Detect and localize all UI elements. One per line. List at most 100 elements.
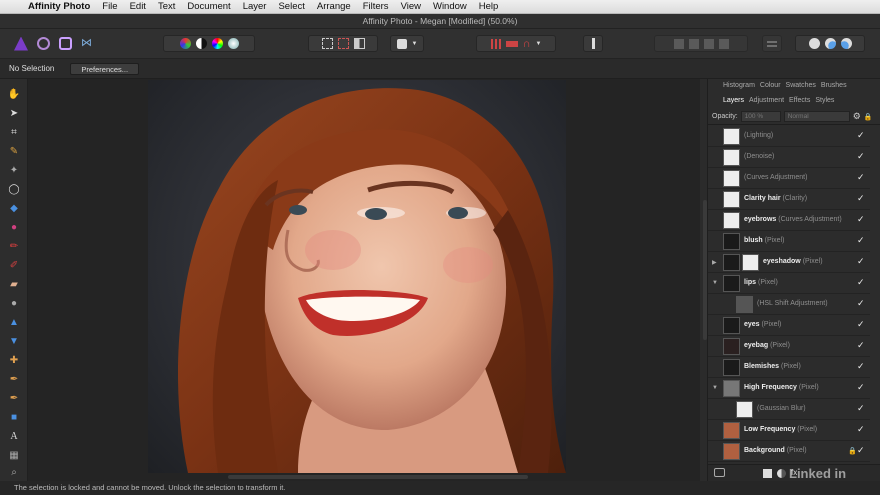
portrait-photo[interactable] — [148, 80, 566, 473]
visibility-checkbox[interactable]: ✓ — [857, 256, 865, 267]
layer-row[interactable]: ▼ lips (Pixel) ✓ — [708, 273, 870, 294]
hsl-icon[interactable] — [211, 38, 223, 49]
tab-layers[interactable]: Layers — [723, 97, 744, 104]
grid-icon[interactable] — [490, 38, 501, 49]
tab-brushes[interactable]: Brushes — [821, 82, 847, 89]
red-eye-icon[interactable]: ✒ — [7, 372, 21, 386]
visibility-checkbox[interactable]: ✓ — [857, 403, 865, 414]
menu-document[interactable]: Document — [187, 1, 230, 12]
tab-swatches[interactable]: Swatches — [786, 82, 816, 89]
tab-adjustment[interactable]: Adjustment — [749, 97, 784, 104]
move-front-icon[interactable] — [718, 38, 729, 49]
collapse-arrow-icon[interactable]: ▼ — [712, 280, 718, 286]
hand-tool-icon[interactable]: ✋ — [7, 87, 21, 101]
menu-edit[interactable]: Edit — [130, 1, 146, 12]
expand-arrow-icon[interactable]: ▶ — [712, 259, 717, 266]
layer-row[interactable]: eyebrows (Curves Adjustment) ✓ — [708, 210, 870, 231]
adjustment-icon[interactable] — [777, 469, 786, 478]
mask-icon[interactable] — [763, 469, 772, 478]
app-menu[interactable]: Affinity Photo — [28, 1, 90, 12]
preferences-button[interactable]: Preferences... — [70, 62, 140, 75]
develop-persona-icon[interactable] — [59, 37, 72, 50]
mesh-warp-icon[interactable]: ▦ — [7, 448, 21, 462]
menu-view[interactable]: View — [401, 1, 421, 12]
layer-row[interactable]: blush (Pixel) ✓ — [708, 231, 870, 252]
invert-selection-icon[interactable] — [353, 38, 365, 49]
menu-window[interactable]: Window — [433, 1, 467, 12]
mask-mode-dropdown[interactable]: ▼ — [390, 35, 424, 52]
visibility-checkbox[interactable]: ✓ — [857, 214, 865, 225]
blend-mode-select[interactable]: Normal — [783, 111, 850, 122]
menu-select[interactable]: Select — [278, 1, 304, 12]
lock-icon[interactable]: 🔒 — [848, 447, 857, 455]
zoom-tool-icon[interactable]: ⌕ — [7, 465, 21, 479]
layer-row[interactable]: (Curves Adjustment) ✓ — [708, 168, 870, 189]
menu-arrange[interactable]: Arrange — [317, 1, 351, 12]
menu-help[interactable]: Help — [479, 1, 499, 12]
chevron-down-icon[interactable]: ▼ — [535, 41, 541, 47]
layer-row[interactable]: (HSL Shift Adjustment) ✓ — [708, 294, 870, 315]
visibility-checkbox[interactable]: ✓ — [857, 277, 865, 288]
collapse-arrow-icon[interactable]: ▼ — [712, 385, 718, 391]
move-backward-icon[interactable] — [688, 38, 699, 49]
layer-row[interactable]: (Gaussian Blur) ✓ — [708, 399, 870, 420]
layer-row[interactable]: (Denoise) ✓ — [708, 147, 870, 168]
crop-tool-icon[interactable]: ⌗ — [7, 125, 21, 139]
align-button[interactable] — [762, 35, 782, 52]
layer-row[interactable]: eyes (Pixel) ✓ — [708, 315, 870, 336]
opacity-field[interactable]: 100 % — [740, 111, 781, 122]
gear-icon[interactable]: ⚙ — [853, 111, 861, 122]
paint-brush-icon[interactable]: ✏ — [7, 239, 21, 253]
tab-histogram[interactable]: Histogram — [723, 82, 755, 89]
add-icon[interactable] — [808, 38, 820, 49]
move-tool-icon[interactable]: ➤ — [7, 106, 21, 120]
tab-styles[interactable]: Styles — [815, 97, 834, 104]
text-tool-icon[interactable]: A — [7, 429, 21, 443]
color-replacement-icon[interactable]: ✐ — [7, 258, 21, 272]
marquee-icon[interactable] — [321, 38, 333, 49]
visibility-checkbox[interactable]: ✓ — [857, 340, 865, 351]
magnet-icon[interactable]: ∩ — [523, 38, 531, 50]
marquee-tool-icon[interactable]: ◯ — [7, 182, 21, 196]
visibility-checkbox[interactable]: ✓ — [857, 361, 865, 372]
canvas-area[interactable] — [28, 79, 700, 481]
subtract-icon[interactable] — [824, 38, 836, 49]
gradient-tool-icon[interactable]: ● — [7, 220, 21, 234]
erase-brush-icon[interactable]: ▰ — [7, 277, 21, 291]
visibility-checkbox[interactable]: ✓ — [857, 445, 865, 456]
selection-brush-icon[interactable]: ✎ — [7, 144, 21, 158]
visibility-checkbox[interactable]: ✓ — [857, 193, 865, 204]
visibility-checkbox[interactable]: ✓ — [857, 151, 865, 162]
layer-row[interactable]: (Lighting) ✓ — [708, 126, 870, 147]
menu-filters[interactable]: Filters — [363, 1, 389, 12]
dodge-icon[interactable]: ● — [7, 296, 21, 310]
shape-tool-icon[interactable]: ■ — [7, 410, 21, 424]
layer-row[interactable]: ▶ eyeshadow (Pixel) ✓ — [708, 252, 870, 273]
intersect-icon[interactable] — [840, 38, 852, 49]
photo-persona-icon[interactable] — [14, 36, 28, 51]
flood-select-icon[interactable]: ✦ — [7, 163, 21, 177]
layer-row[interactable]: Clarity hair (Clarity) ✓ — [708, 189, 870, 210]
pen-tool-icon[interactable]: ✒ — [7, 391, 21, 405]
layer-row[interactable]: ▼ High Frequency (Pixel) ✓ — [708, 378, 870, 399]
menu-file[interactable]: File — [102, 1, 117, 12]
move-back-icon[interactable] — [673, 38, 684, 49]
lock-icon[interactable]: 🔒 — [864, 113, 873, 121]
horizontal-scrollbar[interactable] — [228, 475, 528, 479]
layers-stack-icon[interactable] — [714, 468, 725, 477]
visibility-checkbox[interactable]: ✓ — [857, 382, 865, 393]
layer-row[interactable]: Blemishes (Pixel) ✓ — [708, 357, 870, 378]
flood-fill-icon[interactable]: ◆ — [7, 201, 21, 215]
white-balance-icon[interactable] — [227, 38, 239, 49]
clone-brush-icon[interactable]: ▲ — [7, 315, 21, 329]
visibility-checkbox[interactable]: ✓ — [857, 235, 865, 246]
brush-button[interactable] — [583, 35, 603, 52]
menu-layer[interactable]: Layer — [243, 1, 267, 12]
blur-brush-icon[interactable]: ▼ — [7, 334, 21, 348]
levels-icon[interactable] — [179, 38, 191, 49]
visibility-checkbox[interactable]: ✓ — [857, 298, 865, 309]
layer-row[interactable]: Background (Pixel) 🔒 ✓ — [708, 441, 870, 462]
visibility-checkbox[interactable]: ✓ — [857, 130, 865, 141]
layer-row[interactable]: Low Frequency (Pixel) ✓ — [708, 420, 870, 441]
deselect-icon[interactable] — [337, 38, 349, 49]
